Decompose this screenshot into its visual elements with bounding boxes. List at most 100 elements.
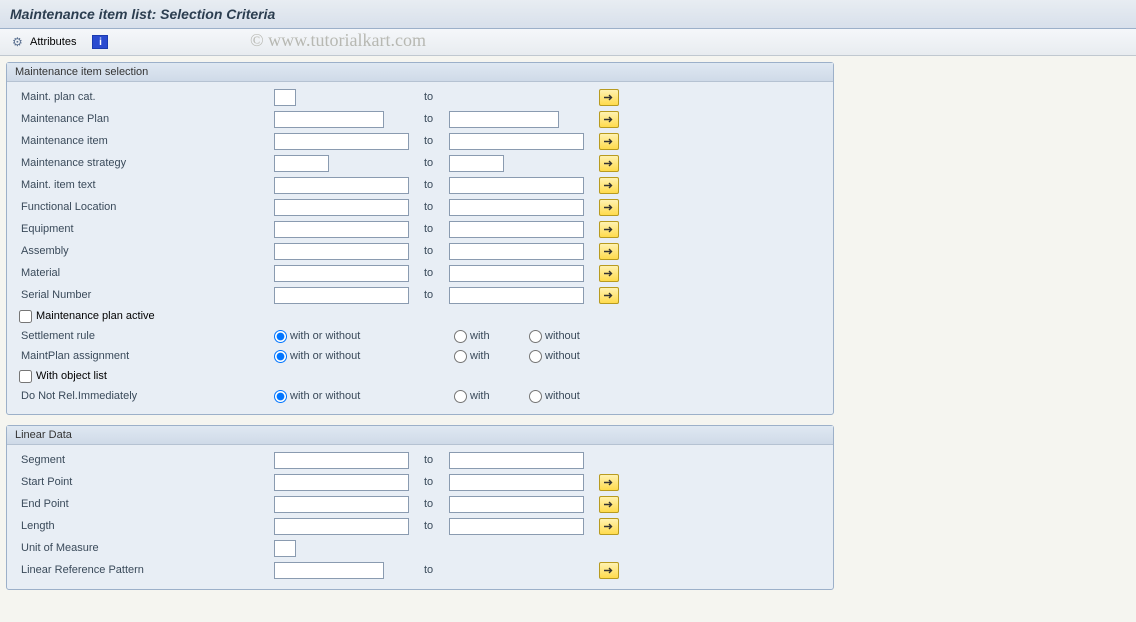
maint-item-text-from[interactable] (274, 177, 409, 194)
label-functional-location: Functional Location (19, 201, 274, 213)
length-to[interactable] (449, 518, 584, 535)
maint-plan-cat-from[interactable] (274, 89, 296, 106)
attributes-button[interactable]: Attributes (8, 33, 80, 51)
label-maintenance-item: Maintenance item (19, 135, 274, 147)
equipment-from[interactable] (274, 221, 409, 238)
end-point-from[interactable] (274, 496, 409, 513)
multi-select-button[interactable] (599, 496, 619, 513)
label-linear-ref-pattern: Linear Reference Pattern (19, 564, 274, 576)
attributes-label: Attributes (30, 36, 76, 48)
start-point-to[interactable] (449, 474, 584, 491)
to-label: to (424, 520, 449, 532)
multi-select-button[interactable] (599, 265, 619, 282)
do-not-rel-without[interactable] (529, 390, 542, 403)
group-title: Maintenance item selection (7, 63, 833, 82)
label-maint-item-text: Maint. item text (19, 179, 274, 191)
to-label: to (424, 564, 449, 576)
multi-select-button[interactable] (599, 133, 619, 150)
functional-location-to[interactable] (449, 199, 584, 216)
multi-select-button[interactable] (599, 518, 619, 535)
linear-ref-pattern-from[interactable] (274, 562, 384, 579)
maintenance-plan-active-checkbox[interactable] (19, 310, 32, 323)
group-maintenance-item-selection: Maintenance item selection Maint. plan c… (6, 62, 834, 415)
serial-number-to[interactable] (449, 287, 584, 304)
multi-select-button[interactable] (599, 243, 619, 260)
to-label: to (424, 157, 449, 169)
to-label: to (424, 179, 449, 191)
to-label: to (424, 91, 449, 103)
label-start-point: Start Point (19, 476, 274, 488)
settlement-rule-without[interactable] (529, 330, 542, 343)
to-label: to (424, 289, 449, 301)
material-to[interactable] (449, 265, 584, 282)
label-maintplan-assignment: MaintPlan assignment (19, 350, 274, 362)
multi-select-button[interactable] (599, 474, 619, 491)
maintenance-plan-to[interactable] (449, 111, 559, 128)
do-not-rel-with[interactable] (454, 390, 467, 403)
maintenance-strategy-from[interactable] (274, 155, 329, 172)
label-maintenance-plan: Maintenance Plan (19, 113, 274, 125)
segment-from[interactable] (274, 452, 409, 469)
settlement-rule-with-or-without[interactable] (274, 330, 287, 343)
assembly-to[interactable] (449, 243, 584, 260)
label-do-not-rel: Do Not Rel.Immediately (19, 390, 274, 402)
label-with-object-list: With object list (36, 370, 107, 382)
maintplan-assign-with[interactable] (454, 350, 467, 363)
to-label: to (424, 454, 449, 466)
label-assembly: Assembly (19, 245, 274, 257)
maintenance-strategy-to[interactable] (449, 155, 504, 172)
toolbar: Attributes i (0, 29, 1136, 56)
assembly-from[interactable] (274, 243, 409, 260)
to-label: to (424, 201, 449, 213)
settlement-rule-with[interactable] (454, 330, 467, 343)
label-settlement-rule: Settlement rule (19, 330, 274, 342)
segment-to[interactable] (449, 452, 584, 469)
group-title: Linear Data (7, 426, 833, 445)
multi-select-button[interactable] (599, 89, 619, 106)
maintplan-assign-without[interactable] (529, 350, 542, 363)
with-object-list-checkbox[interactable] (19, 370, 32, 383)
label-maintenance-strategy: Maintenance strategy (19, 157, 274, 169)
do-not-rel-with-or-without[interactable] (274, 390, 287, 403)
label-maint-plan-active: Maintenance plan active (36, 310, 155, 322)
to-label: to (424, 498, 449, 510)
multi-select-button[interactable] (599, 287, 619, 304)
maintenance-plan-from[interactable] (274, 111, 384, 128)
label-segment: Segment (19, 454, 274, 466)
label-serial-number: Serial Number (19, 289, 274, 301)
gear-icon (12, 35, 26, 49)
maintplan-assign-with-or-without[interactable] (274, 350, 287, 363)
multi-select-button[interactable] (599, 155, 619, 172)
multi-select-button[interactable] (599, 111, 619, 128)
to-label: to (424, 113, 449, 125)
unit-of-measure-input[interactable] (274, 540, 296, 557)
maintenance-item-to[interactable] (449, 133, 584, 150)
label-unit-of-measure: Unit of Measure (19, 542, 274, 554)
to-label: to (424, 135, 449, 147)
functional-location-from[interactable] (274, 199, 409, 216)
material-from[interactable] (274, 265, 409, 282)
equipment-to[interactable] (449, 221, 584, 238)
multi-select-button[interactable] (599, 177, 619, 194)
label-length: Length (19, 520, 274, 532)
maint-item-text-to[interactable] (449, 177, 584, 194)
group-linear-data: Linear Data Segment to Start Point to En… (6, 425, 834, 590)
multi-select-button[interactable] (599, 562, 619, 579)
label-material: Material (19, 267, 274, 279)
start-point-from[interactable] (274, 474, 409, 491)
page-title: Maintenance item list: Selection Criteri… (0, 0, 1136, 29)
to-label: to (424, 223, 449, 235)
multi-select-button[interactable] (599, 221, 619, 238)
to-label: to (424, 245, 449, 257)
to-label: to (424, 267, 449, 279)
maintenance-item-from[interactable] (274, 133, 409, 150)
label-end-point: End Point (19, 498, 274, 510)
end-point-to[interactable] (449, 496, 584, 513)
multi-select-button[interactable] (599, 199, 619, 216)
label-equipment: Equipment (19, 223, 274, 235)
info-icon[interactable]: i (92, 35, 108, 49)
serial-number-from[interactable] (274, 287, 409, 304)
label-maint-plan-cat: Maint. plan cat. (19, 91, 274, 103)
to-label: to (424, 476, 449, 488)
length-from[interactable] (274, 518, 409, 535)
